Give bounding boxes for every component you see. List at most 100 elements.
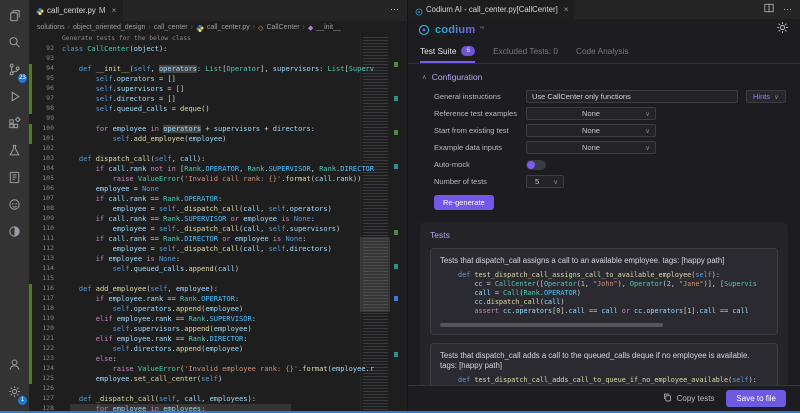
copy-tests-button[interactable]: Copy tests <box>662 392 715 405</box>
code-text <box>62 384 407 394</box>
python-icon <box>196 24 204 32</box>
number-of-tests-select[interactable]: 5∨ <box>526 175 564 188</box>
tab-call-center-py[interactable]: call_center.py M × <box>29 0 123 21</box>
breadcrumb-item-object-oriented-design[interactable]: object_oriented_design <box>73 24 145 31</box>
line-number: 123 <box>32 354 62 364</box>
code-line: 125 employee.set_call_center(self) <box>29 374 407 384</box>
configuration-section-header[interactable]: ∧ Configuration <box>422 72 788 82</box>
test-code: def test_dispatch_call_adds_call_to_queu… <box>458 376 768 385</box>
search-icon <box>7 35 22 55</box>
code-text: if call.rank == Rank.OPERATOR: <box>62 194 407 204</box>
activity-item-testing[interactable] <box>0 139 29 166</box>
code-line: 105 raise ValueError('Invalid call rank:… <box>29 174 407 184</box>
activity-item-settings[interactable]: 1 <box>0 380 29 407</box>
code-text: self.directors.append(employee) <box>62 344 407 354</box>
activity-item-explorer[interactable] <box>0 4 29 31</box>
breadcrumb-item-call-center-py[interactable]: call_center.py <box>207 24 250 31</box>
save-to-file-button[interactable]: Save to file <box>726 390 786 407</box>
tab-codium-ai[interactable]: Codium AI - call_center.py[CallCenter] × <box>408 0 575 19</box>
activity-item-notebook[interactable] <box>0 166 29 193</box>
activity-item-theme[interactable] <box>0 220 29 247</box>
line-number: 112 <box>32 244 62 254</box>
modified-indicator: M <box>99 6 106 15</box>
symbol-class-icon: ◇ <box>258 24 263 32</box>
auto-mock-toggle[interactable] <box>526 160 546 170</box>
more-actions-icon[interactable]: ⋯ <box>382 0 407 21</box>
activity-item-accounts[interactable] <box>0 353 29 380</box>
panel-tabs: Test Suite6 Excluded Tests: 0 Code Analysi… <box>408 41 800 64</box>
line-number: 106 <box>32 184 62 194</box>
start-from-existing-test-select[interactable]: None∨ <box>526 124 656 137</box>
breadcrumb-item-call-center[interactable]: call_center <box>154 24 188 31</box>
line-number: 95 <box>32 74 62 84</box>
editor-group: call_center.py M × ⋯ solutions ›object_or… <box>29 0 407 413</box>
panel-tab-code-analysis[interactable]: Code Analysis <box>576 41 629 63</box>
panel-tab-test-suite[interactable]: Test Suite6 <box>420 41 475 63</box>
code-line: 119 elif employee.rank == Rank.SUPERVISO… <box>29 314 407 324</box>
hints-button[interactable]: Hints∨ <box>746 90 786 103</box>
code-text: employee = self._dispatch_call(call, sel… <box>62 204 407 214</box>
breadcrumb-item-solutions[interactable]: solutions <box>37 24 65 31</box>
code-line: 92class CallCenter(object): <box>29 44 407 54</box>
line-number: 93 <box>32 54 62 64</box>
code-text: def add_employee(self, employee): <box>62 284 407 294</box>
code-text: employee = self._dispatch_call(call, sel… <box>62 244 407 254</box>
line-number: 98 <box>32 104 62 114</box>
settings-gear-icon[interactable] <box>775 20 790 40</box>
code-text <box>62 54 407 64</box>
activity-item-codium-ai[interactable] <box>0 193 29 220</box>
code-text: self.queued_calls = deque() <box>62 104 407 114</box>
code-text: if employee is None: <box>62 254 407 264</box>
chevron-down-icon: ∨ <box>645 144 650 152</box>
line-number: 121 <box>32 334 62 344</box>
activity-item-search[interactable] <box>0 31 29 58</box>
example-data-inputs-select[interactable]: None∨ <box>526 141 656 154</box>
line-number: 101 <box>32 134 62 144</box>
config-label: Reference test examples <box>420 109 526 118</box>
code-text <box>62 114 407 124</box>
code-line: 115 <box>29 274 407 284</box>
breadcrumb-item-callcenter[interactable]: CallCenter <box>266 24 299 31</box>
tests-section: Tests Tests that dispatch_call assigns a… <box>420 222 788 403</box>
reference-test-examples-select[interactable]: None∨ <box>526 107 656 120</box>
regenerate-button[interactable]: Re-generate <box>434 195 494 210</box>
config-label: General instructions <box>420 92 526 101</box>
panel-tab-label: Test Suite <box>420 46 456 56</box>
code-editor[interactable]: Generate tests for the below class92clas… <box>29 34 407 413</box>
minimap-slider[interactable] <box>360 237 390 312</box>
general-instructions-input[interactable] <box>526 90 738 103</box>
code-line: 108 employee = self._dispatch_call(call,… <box>29 204 407 214</box>
code-line: 99 <box>29 114 407 124</box>
overview-ruler <box>390 34 407 413</box>
minimap[interactable] <box>360 34 390 413</box>
horizontal-scrollbar[interactable] <box>440 323 663 327</box>
activity-item-source-control[interactable]: 23 <box>0 58 29 85</box>
code-text: raise ValueError('Invalid employee rank:… <box>62 364 407 374</box>
line-number: 102 <box>32 144 62 154</box>
chevron-down-icon: ∨ <box>774 93 779 101</box>
files-icon <box>7 8 22 28</box>
line-number: 99 <box>32 114 62 124</box>
activity-item-run-debug[interactable] <box>0 85 29 112</box>
config-row-general-instructions: General instructions Hints∨ <box>420 88 788 105</box>
python-icon <box>36 7 44 15</box>
breadcrumb-separator: › <box>148 24 150 31</box>
close-icon[interactable]: × <box>564 5 569 14</box>
split-editor-icon[interactable] <box>763 1 775 19</box>
code-line: 111 if call.rank == Rank.DIRECTOR or emp… <box>29 234 407 244</box>
copy-icon <box>662 392 673 405</box>
toggle-knob <box>527 161 535 169</box>
activity-item-extensions[interactable] <box>0 112 29 139</box>
run-debug-icon <box>7 89 22 109</box>
beaker-icon <box>7 143 22 163</box>
breadcrumb-item-init[interactable]: __init__ <box>316 24 341 31</box>
code-text: self.add_employee(employee) <box>62 134 407 144</box>
config-row-example-data-inputs: Example data inputsNone∨ <box>420 139 788 156</box>
code-line: 102 <box>29 144 407 154</box>
line-number: 117 <box>32 294 62 304</box>
vscode-window: 23 1 call_center.py M × ⋯ solutions ›obje… <box>0 0 800 413</box>
test-code: def test_dispatch_call_assigns_call_to_a… <box>458 271 768 316</box>
panel-tab-excluded-tests-0[interactable]: Excluded Tests: 0 <box>493 41 558 63</box>
more-actions-icon[interactable]: ⋯ <box>783 4 792 15</box>
close-icon[interactable]: × <box>112 6 117 15</box>
